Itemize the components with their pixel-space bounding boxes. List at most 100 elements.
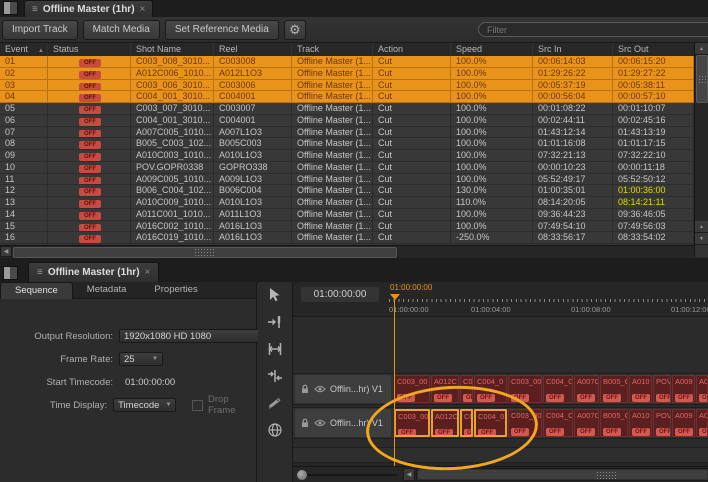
lock-icon[interactable] (300, 384, 310, 394)
timeline-clip[interactable]: A012COFF (431, 409, 459, 437)
timeline-clip[interactable]: A0OFF (696, 375, 708, 403)
tab-offline-master-bottom[interactable]: ≡ Offline Master (1hr) × (28, 262, 159, 282)
table-row[interactable]: 11OFFA009C005_1010...A009L1O3Offline Mas… (0, 174, 694, 186)
timeline-clip[interactable]: B005_COFF (600, 375, 628, 403)
timeline-clip[interactable]: A012COFF (431, 375, 459, 403)
timeline-clip[interactable]: A007COFF (574, 409, 599, 437)
slip-tool-icon[interactable] (264, 367, 286, 385)
eye-icon[interactable] (314, 385, 326, 393)
close-icon[interactable]: × (140, 4, 146, 15)
panel-layout-icon[interactable] (3, 1, 18, 15)
cell: A010L1O3 (214, 197, 292, 208)
zoom-slider-knob[interactable] (297, 470, 307, 480)
table-row[interactable]: 14OFFA011C001_1010...A011L1O3Offline Mas… (0, 209, 694, 221)
ruler-ticks[interactable] (389, 299, 708, 302)
column-header-reel[interactable]: Reel (214, 43, 292, 56)
timeline-clip[interactable]: C004_0OFF (474, 375, 507, 403)
timeline-clip[interactable]: A0OFF (696, 409, 708, 437)
zoom-slider-track[interactable] (299, 474, 397, 476)
timeline-clip[interactable]: C003_00OFF (394, 409, 430, 437)
table-row[interactable]: 03OFFC003_006_3010...C003006Offline Mast… (0, 80, 694, 92)
column-header-speed[interactable]: Speed (451, 43, 533, 56)
eye-icon[interactable] (314, 419, 326, 427)
gear-icon[interactable]: ⚙ (284, 20, 306, 40)
scroll-left-icon[interactable]: ◀ (0, 246, 12, 257)
timeline-toolbox (258, 282, 292, 482)
table-row[interactable]: 15OFFA016C002_1010...A016L1O3Offline Mas… (0, 221, 694, 233)
column-header-src-out[interactable]: Src Out (613, 43, 694, 56)
timeline-clip[interactable]: C004_COFF (543, 409, 573, 437)
table-vscrollbar[interactable]: ▲ ▲ ▼ (694, 43, 708, 245)
timeline-hscrollbar[interactable] (416, 468, 708, 481)
import-track-button[interactable]: Import Track (2, 20, 78, 40)
timeline-clip[interactable]: C00OFF (460, 375, 473, 403)
start-timecode-value[interactable]: 01:00:00:00 (125, 377, 175, 388)
timeline-clip[interactable]: POVOFF (653, 375, 671, 403)
table-row[interactable]: 06OFFC004_001_3010...C004001Offline Mast… (0, 115, 694, 127)
lock-icon[interactable] (300, 418, 310, 428)
tab-offline-master-top[interactable]: ≡ Offline Master (1hr) × (24, 0, 153, 17)
table-row[interactable]: 01OFFC003_008_3010...C003008Offline Mast… (0, 56, 694, 68)
table-hscrollbar[interactable]: ◀ (0, 245, 694, 258)
playhead-line[interactable] (394, 294, 395, 466)
vscroll-thumb[interactable] (696, 55, 708, 103)
timeline-clip[interactable]: A010OFF (629, 375, 652, 403)
timeline-clip[interactable]: C004_COFF (543, 375, 573, 403)
table-row[interactable]: 02OFFA012C006_1010...A012L1O3Offline Mas… (0, 68, 694, 80)
table-row[interactable]: 07OFFA007C005_1010...A007L1O3Offline Mas… (0, 127, 694, 139)
set-reference-media-button[interactable]: Set Reference Media (165, 20, 279, 40)
table-row[interactable]: 08OFFB005_C003_102...B005C003Offline Mas… (0, 138, 694, 150)
razor-tool-icon[interactable] (264, 394, 286, 412)
trim-tool-icon[interactable] (264, 340, 286, 358)
table-row[interactable]: 10OFFPOV.GOPR0338GOPRO338Offline Master … (0, 162, 694, 174)
tab-properties[interactable]: Properties (140, 282, 211, 298)
timeline-clip[interactable]: C003_00OFF (508, 409, 542, 437)
timeline-clip[interactable]: A010OFF (629, 409, 652, 437)
timeline-clip[interactable]: POVOFF (653, 409, 671, 437)
output-resolution-select[interactable]: 1920x1080 HD 1080 ▼ (119, 329, 271, 343)
menu-icon[interactable]: ≡ (32, 4, 38, 15)
track-header[interactable]: Offlin...hr) V1 (295, 375, 391, 403)
column-header-action[interactable]: Action (373, 43, 451, 56)
table-row[interactable]: 04OFFC004_001_3010...C004001Offline Mast… (0, 91, 694, 103)
scroll-up-icon[interactable]: ▲ (695, 43, 708, 55)
playhead-marker-icon[interactable] (390, 294, 400, 300)
table-row[interactable]: 12OFFB006_C004_102...B006C004Offline Mas… (0, 185, 694, 197)
drop-frame-checkbox[interactable] (192, 400, 203, 411)
globe-tool-icon[interactable] (264, 421, 286, 439)
timeline-clip[interactable]: C00OFF (460, 409, 473, 437)
table-row[interactable]: 16OFFA016C019_1010...A016L1O3Offline Mas… (0, 232, 694, 244)
timeline-hscroll-thumb[interactable] (418, 470, 707, 479)
time-display-select[interactable]: Timecode ▼ (113, 398, 176, 412)
timeline-clip[interactable]: C003_00OFF (394, 375, 430, 403)
hscroll-thumb[interactable] (13, 247, 397, 258)
timeline-clip[interactable]: C003_00OFF (508, 375, 542, 403)
timeline-clip[interactable]: A009OFF (672, 409, 695, 437)
scroll-left-icon[interactable]: ◀ (403, 468, 415, 481)
timeline-clip[interactable]: B005_COFF (600, 409, 628, 437)
scroll-down-icon[interactable]: ▼ (695, 233, 708, 245)
filter-input[interactable] (478, 22, 708, 37)
select-tool-icon[interactable] (264, 286, 286, 304)
match-media-button[interactable]: Match Media (83, 20, 160, 40)
timeline-clip[interactable]: C004_0OFF (474, 409, 507, 437)
column-header-src-in[interactable]: Src In (533, 43, 613, 56)
close-icon[interactable]: × (145, 267, 151, 278)
tab-metadata[interactable]: Metadata (73, 282, 141, 298)
column-header-track[interactable]: Track (292, 43, 373, 56)
table-row[interactable]: 13OFFA010C009_1010...A010L1O3Offline Mas… (0, 197, 694, 209)
frame-rate-select[interactable]: 25 ▼ (119, 352, 163, 366)
column-header-event[interactable]: Event▲ (0, 43, 48, 56)
column-header-shot-name[interactable]: Shot Name (131, 43, 214, 56)
status-cell: OFF (48, 127, 131, 138)
panel-layout-icon[interactable] (3, 266, 18, 280)
timeline-clip[interactable]: A007COFF (574, 375, 599, 403)
table-row[interactable]: 05OFFC003_007_3010...C003007Offline Mast… (0, 103, 694, 115)
table-row[interactable]: 09OFFA010C003_1010...A010L1O3Offline Mas… (0, 150, 694, 162)
scroll-up-icon[interactable]: ▲ (695, 221, 708, 233)
timeline-clip[interactable]: A009OFF (672, 375, 695, 403)
column-header-status[interactable]: Status (48, 43, 131, 56)
track-header[interactable]: Offlin...hr) V1 (295, 409, 391, 437)
tab-sequence[interactable]: Sequence (0, 282, 73, 299)
insert-tool-icon[interactable] (264, 313, 286, 331)
